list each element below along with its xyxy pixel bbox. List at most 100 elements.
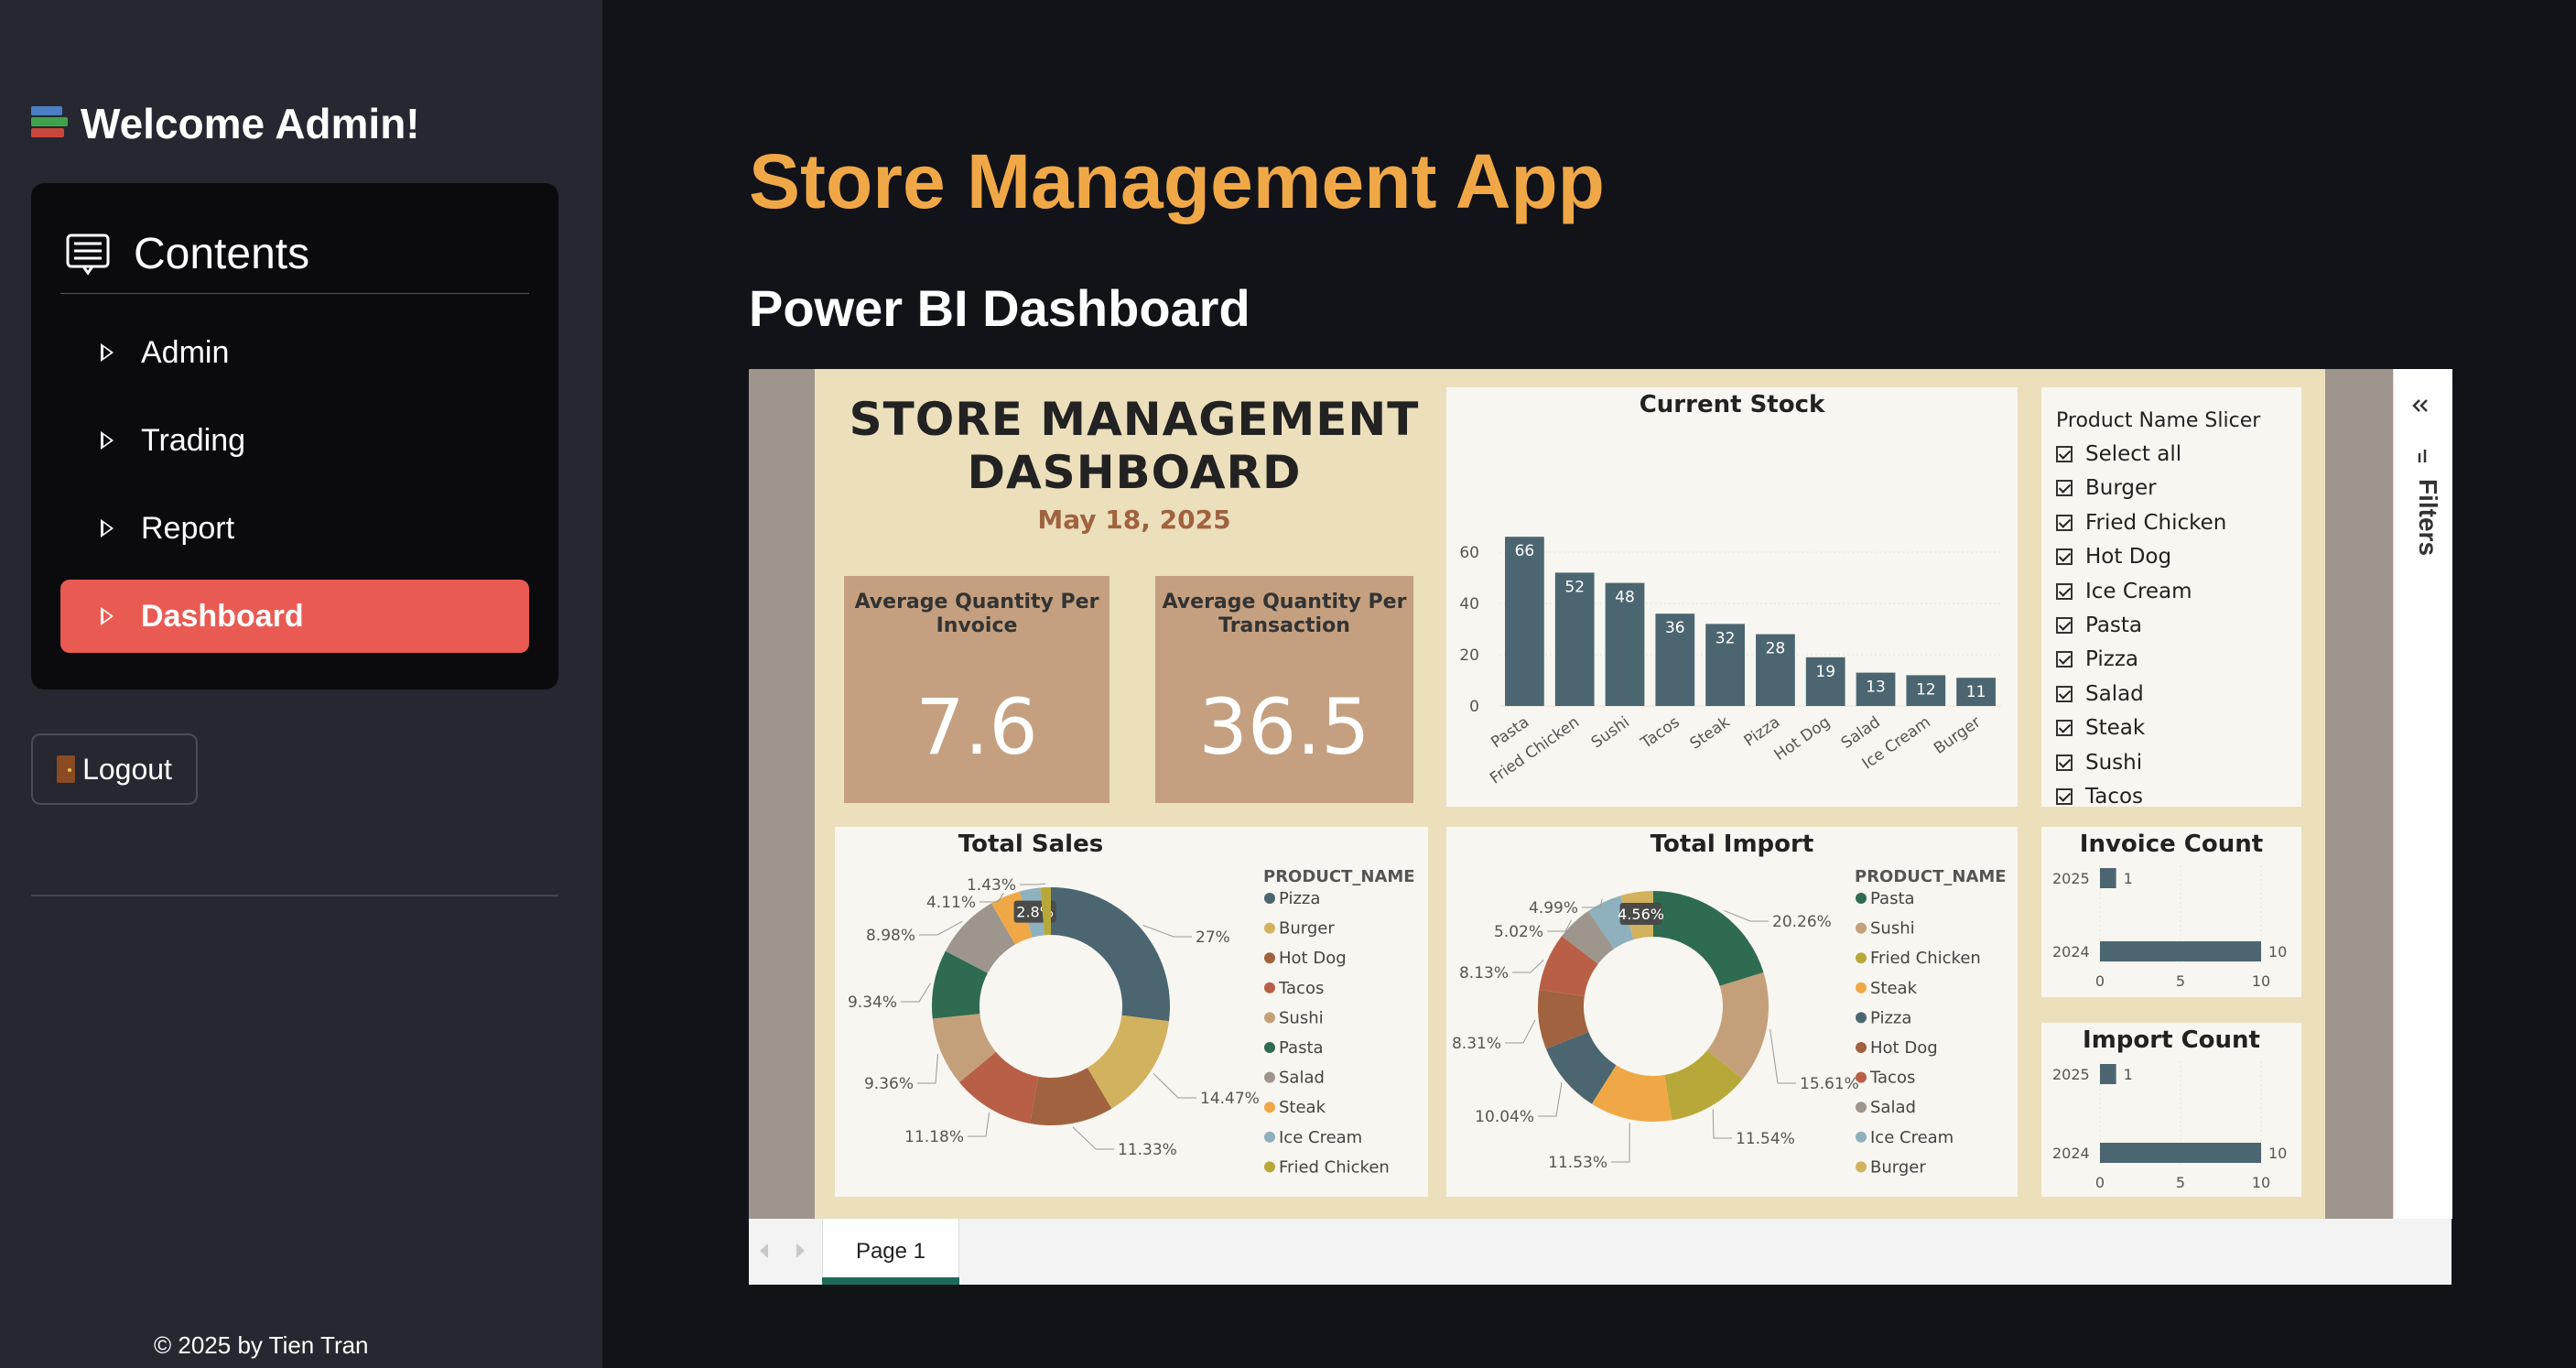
- menu-item-report[interactable]: Report: [60, 492, 529, 565]
- total-import-chart[interactable]: Total Import 20.26% 15.61% 11.54% 11.53% 10.…: [1446, 827, 2018, 1197]
- legend-marker: [1856, 1042, 1867, 1053]
- kpi-card-transaction[interactable]: Average Quantity Per Transaction 36.5: [1155, 576, 1413, 803]
- slicer-option[interactable]: Salad: [2056, 682, 2144, 706]
- page-navigation-bar: [749, 1219, 2452, 1285]
- y-tick-label: 20: [1459, 646, 1479, 665]
- leader-line: [968, 1112, 990, 1137]
- slicer-option[interactable]: Pasta: [2056, 613, 2142, 637]
- filters-label[interactable]: Filters: [2413, 479, 2442, 556]
- report-title: STORE MANAGEMENT DASHBOARD: [815, 393, 1454, 499]
- menu-item-admin[interactable]: Admin: [60, 316, 529, 389]
- data-label: 15.61%: [1800, 1075, 1859, 1093]
- import-count-chart[interactable]: Import Count 0 5 10 2025 1 2024 10: [2041, 1023, 2301, 1197]
- sidebar-divider: [31, 895, 558, 896]
- checkbox-checked-icon[interactable]: [2056, 617, 2073, 634]
- section-title: Power BI Dashboard: [749, 279, 1250, 337]
- data-label: 20.26%: [1772, 913, 1832, 931]
- kpi-label: Average Quantity Per Invoice: [854, 591, 1099, 637]
- bar: [2100, 941, 2261, 961]
- menu-item-label: Dashboard: [141, 598, 304, 634]
- logout-button[interactable]: Logout: [31, 733, 198, 805]
- slicer-option-label: Select all: [2085, 442, 2182, 466]
- next-page-icon[interactable]: [796, 1243, 805, 1258]
- slicer-option[interactable]: Steak: [2056, 716, 2145, 740]
- checkbox-checked-icon[interactable]: [2056, 446, 2073, 462]
- legend-title: PRODUCT_NAME: [1855, 867, 2007, 886]
- data-label: 14.47%: [1200, 1090, 1260, 1108]
- legend-label: Burger: [1279, 919, 1335, 939]
- slicer-option[interactable]: Burger: [2056, 476, 2157, 500]
- bar-value-label: 12: [1916, 680, 1936, 699]
- legend-label: Fried Chicken: [1279, 1157, 1390, 1177]
- sales-donut-svg: 27% 14.47% 11.33% 11.18% 9.36% 9.34% 8.98% 4.11…: [848, 867, 1415, 1177]
- slicer-option[interactable]: Tacos: [2056, 785, 2143, 809]
- door-icon: [57, 755, 76, 783]
- bar-value-label: 32: [1716, 629, 1736, 647]
- total-sales-chart[interactable]: Total Sales 27% 14.47% 11.33% 11.18% 9.36% 9.…: [835, 827, 1428, 1197]
- chart-title: Import Count: [2083, 1026, 2260, 1054]
- slicer-option-label: Tacos: [2085, 785, 2144, 809]
- legend-marker: [1856, 1161, 1867, 1173]
- collapse-icon[interactable]: [2394, 369, 2452, 442]
- bar-value-label: 52: [1564, 578, 1585, 596]
- slicer-option[interactable]: Hot Dog: [2056, 545, 2171, 569]
- menu-item-dashboard[interactable]: Dashboard: [60, 580, 529, 653]
- current-stock-chart[interactable]: Current Stock 0 20 40 60 66 Pasta 52 Fried Chic…: [1446, 387, 2018, 807]
- legend-label: Pasta: [1279, 1038, 1324, 1058]
- slicer-option-label: Pasta: [2085, 613, 2143, 637]
- triangle-right-icon: [101, 607, 114, 625]
- slicer-option[interactable]: Sushi: [2056, 751, 2142, 775]
- legend-label: Ice Cream: [1870, 1128, 1954, 1147]
- x-tick-label: 10: [2252, 1174, 2270, 1191]
- welcome-heading: Welcome Admin!: [31, 99, 420, 148]
- kpi-label: Average Quantity Per Transaction: [1162, 591, 1407, 637]
- slicer-option[interactable]: Pizza: [2056, 647, 2138, 671]
- checkbox-checked-icon[interactable]: [2056, 514, 2073, 531]
- page-tab[interactable]: Page 1: [822, 1219, 959, 1285]
- kpi-card-invoice[interactable]: Average Quantity Per Invoice 7.6: [844, 576, 1109, 803]
- x-tick-label: Burger: [1931, 713, 1984, 758]
- invoice-count-chart[interactable]: Invoice Count 0 5 10 2025 1 2024 10: [2041, 827, 2301, 997]
- bar-value-label: 1: [2124, 1066, 2133, 1083]
- slicer-option[interactable]: Select all: [2056, 442, 2181, 466]
- checkbox-checked-icon[interactable]: [2056, 754, 2073, 771]
- contents-icon: [60, 231, 115, 277]
- checkbox-checked-icon[interactable]: [2056, 788, 2073, 805]
- checkbox-checked-icon[interactable]: [2056, 548, 2073, 566]
- slicer-option[interactable]: Ice Cream: [2056, 580, 2192, 603]
- product-name-slicer[interactable]: Product Name Slicer Select all Burger Frie…: [2041, 387, 2301, 809]
- checkbox-checked-icon[interactable]: [2056, 720, 2073, 737]
- checkbox-checked-icon[interactable]: [2056, 582, 2073, 600]
- legend-label: Steak: [1870, 979, 1918, 998]
- checkbox-checked-icon[interactable]: [2056, 480, 2073, 497]
- bar: [2100, 1064, 2116, 1084]
- report-page: STORE MANAGEMENT DASHBOARD May 18, 2025 …: [815, 369, 2325, 1219]
- slicer-option-label: Ice Cream: [2085, 579, 2192, 603]
- x-tick-label: 0: [2095, 1174, 2105, 1191]
- slicer-option[interactable]: Fried Chicken: [2056, 511, 2226, 535]
- leader-line: [919, 920, 963, 936]
- bar-value-label: 10: [2268, 943, 2287, 961]
- slicer-option-label: Hot Dog: [2085, 545, 2172, 570]
- leader-line: [1153, 1073, 1196, 1099]
- data-label: 11.54%: [1736, 1130, 1795, 1148]
- menu-item-trading[interactable]: Trading: [60, 404, 529, 477]
- legend-label: Salad: [1279, 1069, 1325, 1088]
- leader-line: [1142, 924, 1192, 938]
- data-label: 10.04%: [1475, 1108, 1534, 1126]
- checkbox-checked-icon[interactable]: [2056, 685, 2073, 702]
- checkbox-checked-icon[interactable]: [2056, 651, 2073, 668]
- data-label: 4.56%: [1618, 906, 1664, 923]
- prev-page-icon[interactable]: [760, 1243, 768, 1258]
- books-icon: [31, 106, 68, 141]
- report-title-line2: DASHBOARD: [967, 446, 1302, 499]
- bar-value-label: 66: [1515, 542, 1535, 560]
- x-tick-label: Hot Dog: [1771, 713, 1834, 765]
- y-tick-label: 2025: [2052, 870, 2090, 887]
- leader-line: [917, 1053, 938, 1084]
- bar-value-label: 19: [1815, 663, 1835, 681]
- y-tick-label: 2025: [2052, 1066, 2090, 1083]
- logout-label: Logout: [82, 752, 172, 786]
- legend-title: PRODUCT_NAME: [1263, 867, 1415, 886]
- powerbi-embed[interactable]: STORE MANAGEMENT DASHBOARD May 18, 2025 …: [749, 369, 2452, 1285]
